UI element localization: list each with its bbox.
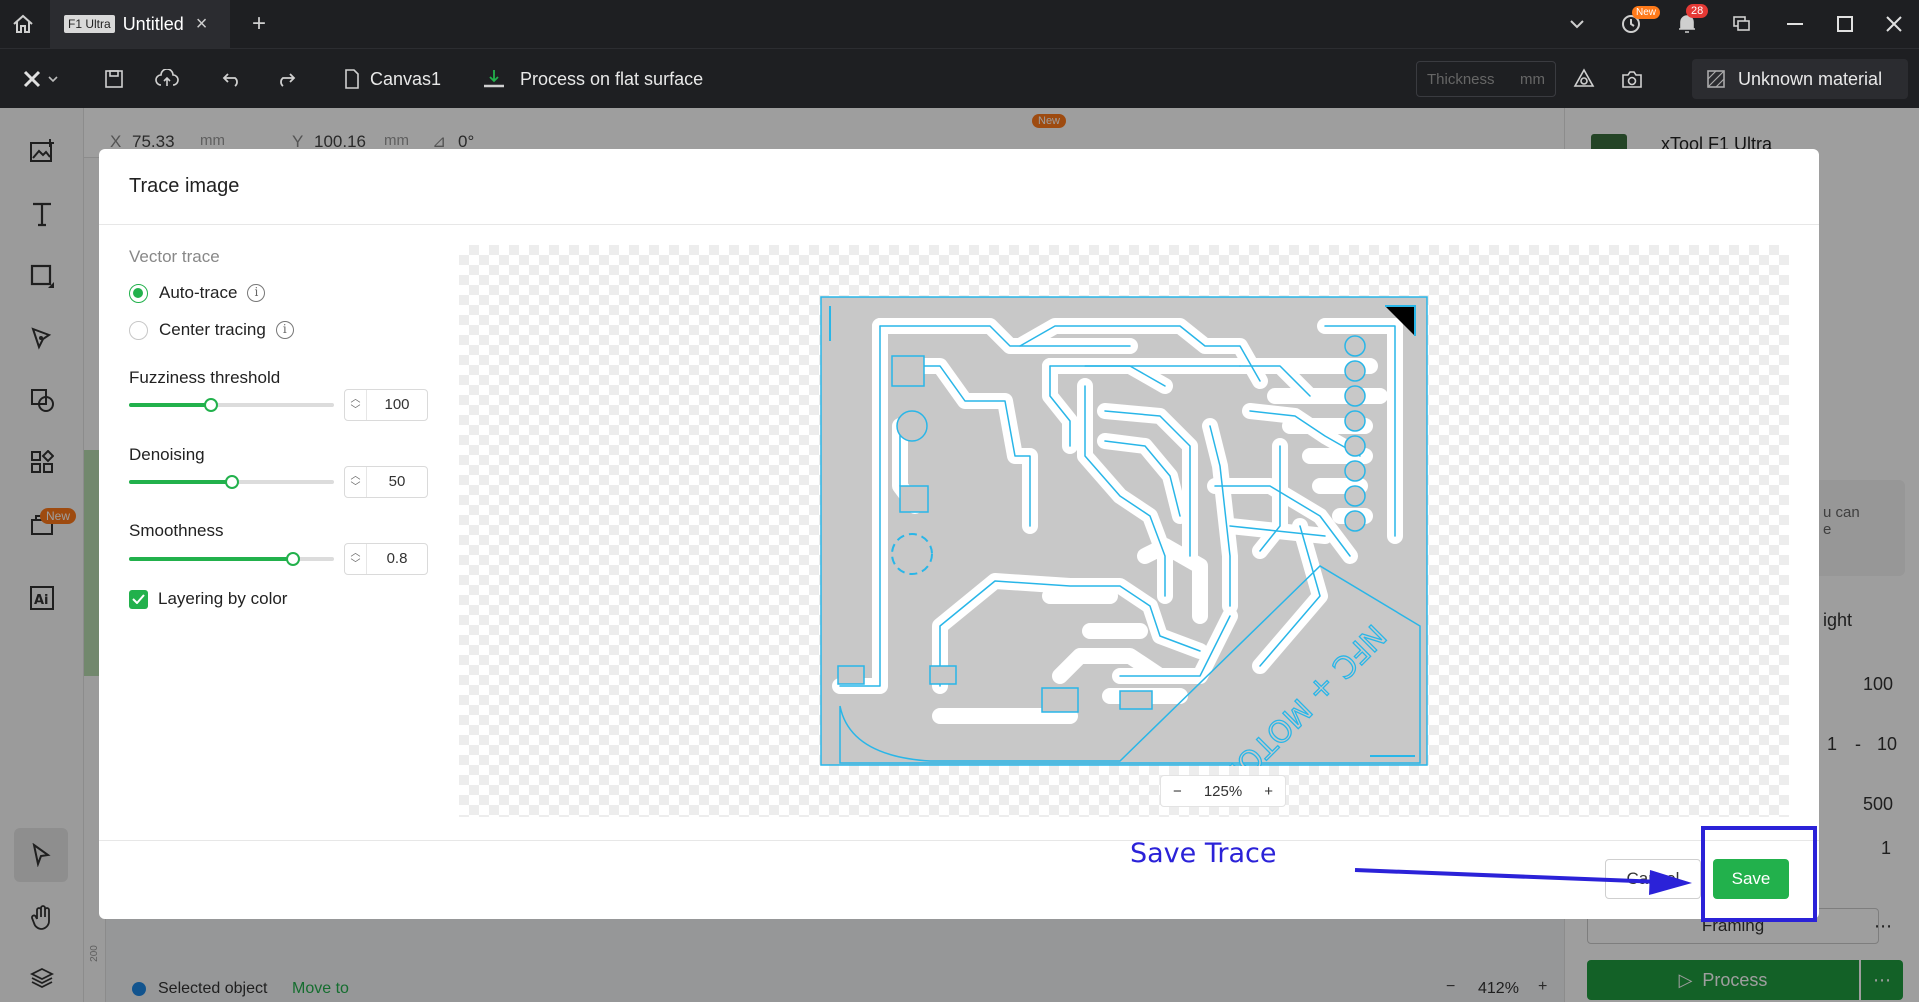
- thickness-placeholder: Thickness: [1427, 70, 1495, 88]
- tab-title: Untitled: [122, 13, 184, 34]
- redo-icon[interactable]: [272, 65, 300, 93]
- canvas-selector[interactable]: Canvas1: [344, 63, 441, 95]
- maximize-icon[interactable]: [1830, 10, 1860, 38]
- denoising-value: 50: [388, 473, 406, 490]
- smoothness-input[interactable]: ︿ ﹀ 0.8: [344, 543, 428, 575]
- title-bar: F1 Ultra Untitled × + New 28: [0, 0, 1919, 48]
- new-badge: New: [1632, 6, 1661, 19]
- minimize-icon[interactable]: [1780, 10, 1810, 38]
- home-icon[interactable]: [8, 10, 38, 38]
- machine-badge: F1 Ultra: [64, 15, 115, 33]
- checkbox-checked-icon: [129, 589, 148, 609]
- auto-trace-radio[interactable]: Auto-trace i: [129, 283, 266, 303]
- auto-measure-icon[interactable]: [1570, 65, 1598, 93]
- smoothness-slider[interactable]: [129, 552, 334, 566]
- preview-zoom-control: − 125% +: [1160, 775, 1286, 807]
- smoothness-slider-handle[interactable]: [286, 552, 300, 566]
- denoising-label: Denoising: [129, 445, 205, 464]
- chevron-down-icon[interactable]: [1562, 10, 1592, 38]
- denoising-stepper[interactable]: ︿ ﹀: [345, 467, 367, 497]
- trace-image-dialog: Trace image Vector trace Auto-trace i Ce…: [99, 149, 1819, 919]
- zoom-level: 125%: [1203, 782, 1243, 800]
- fuzziness-label: Fuzziness threshold: [129, 368, 281, 387]
- layering-by-color-checkbox[interactable]: Layering by color: [129, 589, 287, 609]
- material-selector[interactable]: Unknown material: [1692, 59, 1908, 99]
- denoising-slider[interactable]: [129, 475, 334, 489]
- annotation-arrow: [1354, 868, 1692, 895]
- fuzziness-stepper[interactable]: ︿ ﹀: [345, 390, 367, 420]
- undo-icon[interactable]: [218, 65, 246, 93]
- dialog-title: Trace image: [129, 175, 240, 197]
- windows-icon[interactable]: [1727, 10, 1757, 38]
- trace-preview-area[interactable]: NFC + MOTOR: [459, 245, 1789, 817]
- save-highlight-box: [1701, 826, 1817, 922]
- thickness-input[interactable]: Thickness mm: [1416, 61, 1556, 97]
- fuzziness-slider-handle[interactable]: [204, 398, 218, 412]
- notification-count: 28: [1686, 4, 1709, 18]
- center-tracing-label: Center tracing: [159, 320, 266, 339]
- canvas-name: Canvas1: [370, 68, 442, 89]
- denoising-slider-fill: [129, 480, 232, 484]
- thickness-unit: mm: [1520, 70, 1545, 88]
- pcb-trace-preview: NFC + MOTOR: [820, 296, 1428, 766]
- center-tracing-info-icon[interactable]: i: [275, 321, 294, 339]
- smoothness-value: 0.8: [386, 550, 408, 567]
- camera-icon[interactable]: [1618, 65, 1646, 93]
- zoom-out-button[interactable]: −: [1173, 783, 1182, 800]
- process-mode-label: Process on flat surface: [520, 68, 704, 89]
- main-toolbar: Canvas1 Process on flat surface Thicknes…: [0, 48, 1919, 108]
- auto-trace-label: Auto-trace: [159, 283, 238, 302]
- footer-divider: [99, 840, 1819, 841]
- center-tracing-radio-dot: [129, 320, 148, 340]
- denoising-input[interactable]: ︿ ﹀ 50: [344, 466, 428, 498]
- save-trace-annotation: Save Trace: [1130, 838, 1277, 869]
- fuzziness-slider-fill: [129, 403, 211, 407]
- new-tab-icon[interactable]: +: [244, 10, 274, 38]
- zoom-in-button[interactable]: +: [1264, 783, 1273, 800]
- close-tab-icon[interactable]: ×: [196, 13, 208, 36]
- layering-label: Layering by color: [158, 589, 288, 608]
- denoising-slider-handle[interactable]: [224, 475, 239, 489]
- app-menu-icon[interactable]: [14, 65, 68, 93]
- auto-trace-radio-dot: [129, 283, 148, 303]
- file-icon: [345, 69, 359, 89]
- auto-trace-info-icon[interactable]: i: [247, 284, 266, 302]
- cloud-upload-icon[interactable]: [152, 65, 182, 93]
- flat-surface-icon: [484, 70, 504, 88]
- smoothness-label: Smoothness: [129, 521, 224, 540]
- vector-trace-section: Vector trace: [129, 247, 220, 266]
- process-mode-selector[interactable]: Process on flat surface: [482, 63, 703, 95]
- fuzziness-value: 100: [384, 396, 410, 413]
- smoothness-stepper[interactable]: ︿ ﹀: [345, 544, 367, 574]
- header-divider: [99, 224, 1819, 225]
- smoothness-slider-fill: [129, 557, 293, 561]
- document-tab[interactable]: F1 Ultra Untitled ×: [50, 0, 230, 48]
- save-file-icon[interactable]: [100, 65, 128, 93]
- fuzziness-input[interactable]: ︿ ﹀ 100: [344, 389, 428, 421]
- fuzziness-slider[interactable]: [129, 398, 334, 412]
- close-window-icon[interactable]: [1879, 10, 1909, 38]
- material-icon: [1707, 70, 1725, 88]
- center-tracing-radio[interactable]: Center tracing i: [129, 320, 294, 340]
- material-label: Unknown material: [1738, 68, 1883, 89]
